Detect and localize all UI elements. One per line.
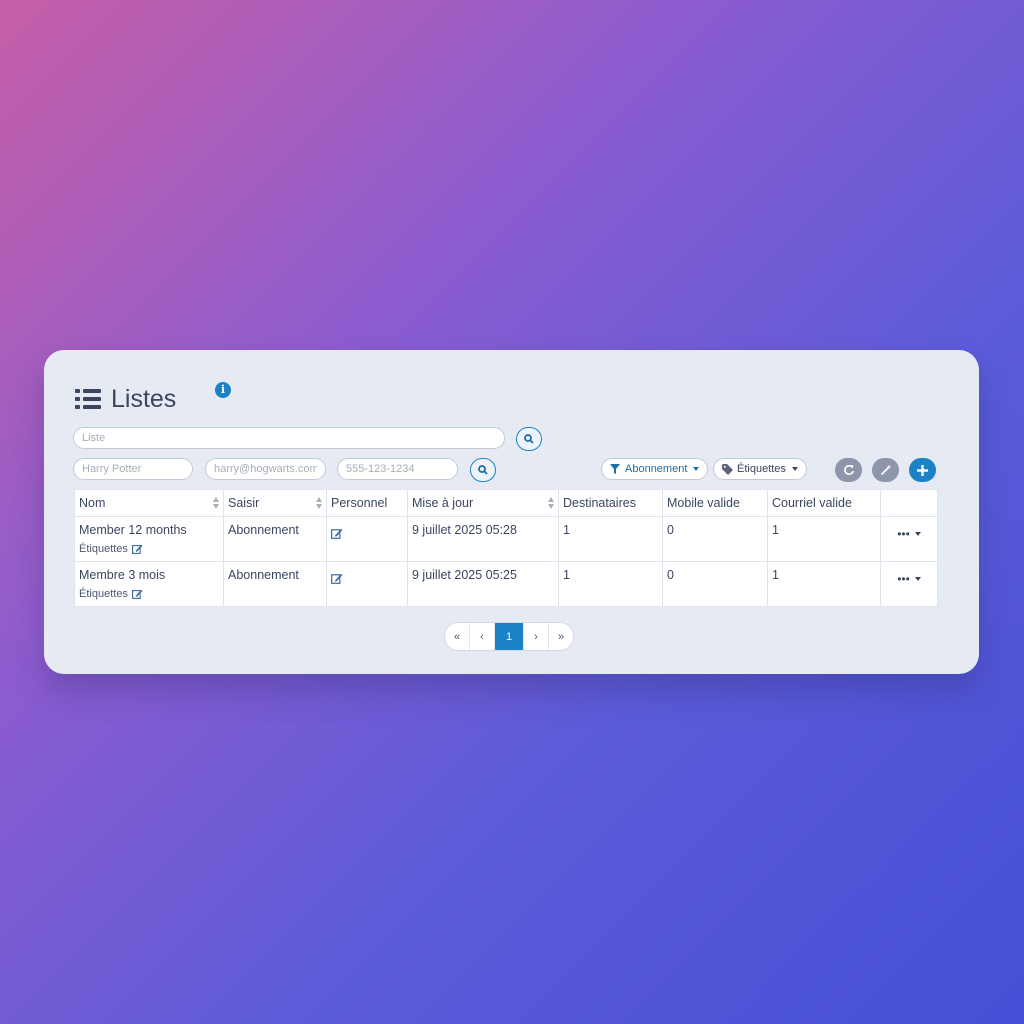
list-search-button[interactable]: [516, 427, 542, 451]
page-title: Listes: [111, 385, 177, 413]
column-header-updated[interactable]: Mise à jour: [407, 489, 559, 517]
column-header-personal: Personnel: [326, 489, 408, 517]
page-next-button[interactable]: ›: [524, 623, 549, 650]
list-mobile-valid: 0: [662, 516, 768, 562]
magic-wand-icon: [880, 464, 891, 476]
column-header-name[interactable]: Nom: [74, 489, 224, 517]
list-name[interactable]: Member 12 months: [79, 523, 219, 537]
pagination: « ‹ 1 › »: [444, 622, 574, 651]
sort-icon[interactable]: [213, 497, 220, 509]
magic-wand-button[interactable]: [872, 458, 899, 482]
sort-icon[interactable]: [548, 497, 555, 509]
plus-icon: [917, 464, 928, 476]
page-current-button[interactable]: 1: [495, 623, 524, 650]
chevron-down-icon: [914, 577, 921, 581]
tags-filter-dropdown[interactable]: Étiquettes: [713, 458, 807, 480]
column-header-actions: [880, 489, 938, 517]
filter-icon: [610, 464, 620, 474]
edit-icon: [131, 544, 143, 554]
page-last-button[interactable]: »: [549, 623, 573, 650]
list-mobile-valid: 0: [662, 561, 768, 607]
list-updated: 9 juillet 2025 05:25: [407, 561, 559, 607]
name-filter-input[interactable]: [73, 458, 193, 480]
refresh-button[interactable]: [835, 458, 862, 482]
info-icon[interactable]: i: [215, 382, 231, 398]
search-icon: [524, 434, 534, 444]
column-header-type[interactable]: Saisir: [223, 489, 327, 517]
list-search-input[interactable]: [73, 427, 505, 449]
refresh-icon: [843, 465, 854, 475]
list-icon: [75, 388, 101, 410]
table-row: Member 12 months Étiquettes Abonnement 9…: [74, 516, 938, 562]
more-icon: •••: [897, 527, 910, 541]
contact-search-button[interactable]: [470, 458, 496, 482]
list-recipients: 1: [558, 516, 663, 562]
table-header-row: Nom Saisir Personnel Mise à jour Destina…: [74, 489, 938, 517]
chevron-down-icon: [791, 467, 798, 471]
edit-icon[interactable]: [331, 573, 343, 584]
phone-filter-input[interactable]: [337, 458, 458, 480]
email-filter-input[interactable]: [205, 458, 326, 480]
tags-edit-link[interactable]: Étiquettes: [79, 588, 219, 600]
column-header-email-valid: Courriel valide: [767, 489, 881, 517]
tags-label: Étiquettes: [79, 543, 128, 555]
column-header-mobile-valid: Mobile valide: [662, 489, 768, 517]
lists-table: Nom Saisir Personnel Mise à jour Destina…: [74, 489, 938, 607]
sort-icon[interactable]: [316, 497, 323, 509]
page-first-button[interactable]: «: [445, 623, 470, 650]
list-email-valid: 1: [767, 516, 881, 562]
list-type: Abonnement: [223, 516, 327, 562]
chevron-down-icon: [693, 467, 700, 471]
table-row: Membre 3 mois Étiquettes Abonnement 9 ju…: [74, 561, 938, 607]
chevron-down-icon: [914, 532, 921, 536]
list-email-valid: 1: [767, 561, 881, 607]
tags-edit-link[interactable]: Étiquettes: [79, 543, 219, 555]
row-actions-menu[interactable]: •••: [885, 568, 933, 586]
tag-icon: [722, 463, 733, 475]
subscription-filter-label: Abonnement: [625, 463, 688, 475]
column-header-recipients: Destinataires: [558, 489, 663, 517]
page-prev-button[interactable]: ‹: [470, 623, 495, 650]
row-actions-menu[interactable]: •••: [885, 523, 933, 541]
tags-label: Étiquettes: [79, 588, 128, 600]
more-icon: •••: [897, 572, 910, 586]
search-icon: [478, 465, 488, 475]
list-recipients: 1: [558, 561, 663, 607]
list-name[interactable]: Membre 3 mois: [79, 568, 219, 582]
tags-filter-label: Étiquettes: [737, 463, 786, 475]
edit-icon: [131, 589, 143, 599]
list-updated: 9 juillet 2025 05:28: [407, 516, 559, 562]
subscription-filter-dropdown[interactable]: Abonnement: [601, 458, 709, 480]
add-list-button[interactable]: [909, 458, 936, 482]
lists-card: Listes i Abonnement Étiquettes Nom: [44, 350, 979, 674]
list-type: Abonnement: [223, 561, 327, 607]
page-header: Listes i: [75, 382, 231, 414]
edit-icon[interactable]: [331, 528, 343, 539]
